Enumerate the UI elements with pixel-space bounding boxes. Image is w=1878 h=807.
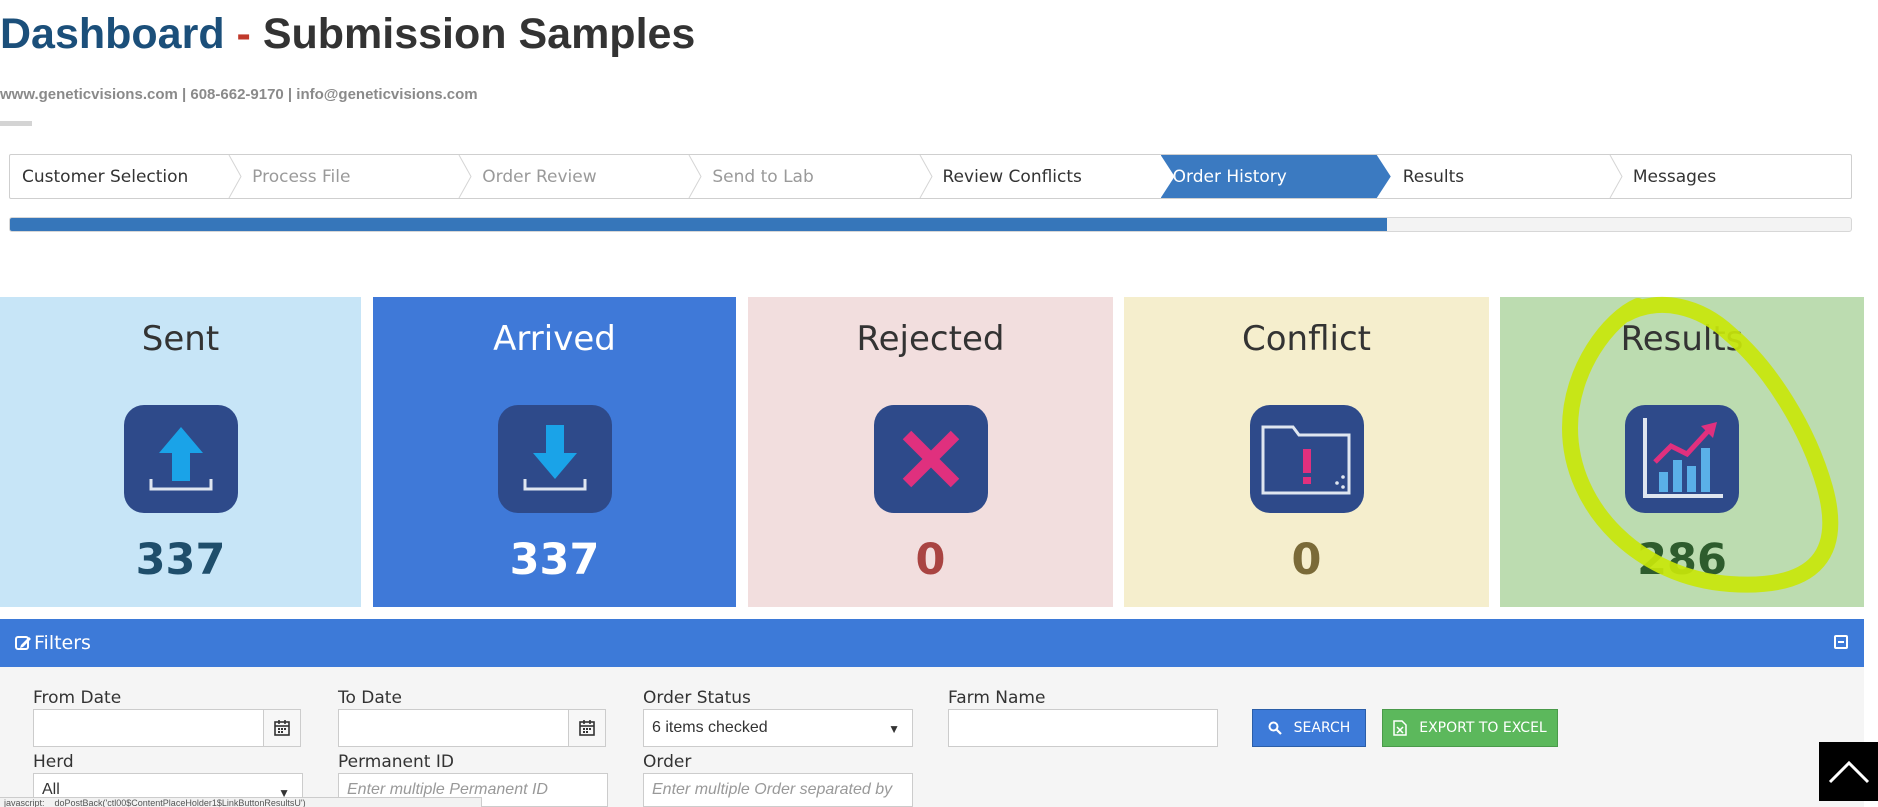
folder-alert-icon [1249,405,1364,513]
calendar-icon[interactable] [568,709,606,747]
title-underline [0,121,32,126]
step-label: Messages [1632,166,1717,187]
card-title: Conflict [1242,319,1371,359]
wizard-progress-bar [9,217,1852,232]
card-count: 286 [1637,535,1727,585]
order-status-value: 6 items checked [652,719,768,736]
step-messages[interactable]: Messages [1621,155,1851,198]
page: Dashboard - Submission Samples www.genet… [0,0,1878,807]
card-count: 0 [1291,535,1322,585]
order-status-select[interactable]: 6 items checked ▼ [643,709,913,747]
order-status-label: Order Status [643,688,751,708]
step-label: Order History [1172,166,1287,187]
to-date-label: To Date [338,688,402,708]
card-conflict[interactable]: Conflict 0 [1124,297,1489,607]
step-customer-selection[interactable]: Customer Selection [10,155,242,198]
card-count: 337 [509,535,600,585]
step-results[interactable]: Results [1391,155,1623,198]
to-date-input[interactable] [338,709,570,747]
chart-trend-icon [1625,405,1739,513]
browser-status-bar: javascript:__doPostBack('ctl00$ContentPl… [0,797,482,807]
excel-file-icon [1393,720,1407,736]
title-separator: - [224,10,263,58]
upload-icon [123,405,238,513]
title-rest: Submission Samples [262,10,696,58]
step-review-conflicts[interactable]: Review Conflicts [931,155,1161,198]
export-button-label: EXPORT TO EXCEL [1419,720,1547,736]
progress-fill [10,218,1388,231]
search-button-label: SEARCH [1293,720,1351,736]
step-label: Order Review [482,166,597,187]
wizard-steps: Customer Selection Process File Order Re… [9,154,1852,199]
card-rejected[interactable]: Rejected 0 [748,297,1113,607]
card-title: Sent [141,319,220,359]
card-title: Arrived [493,319,616,359]
filters-header[interactable]: Filters [0,619,1864,667]
x-icon [873,405,988,513]
edit-icon [15,636,31,650]
order-label: Order [643,752,692,772]
step-order-history[interactable]: Order History [1161,155,1391,198]
step-label: Process File [252,166,351,187]
step-send-to-lab[interactable]: Send to Lab [700,155,933,198]
card-count: 0 [915,535,946,585]
export-excel-button[interactable]: EXPORT TO EXCEL [1382,709,1558,747]
order-input[interactable]: Enter multiple Order separated by [643,773,913,807]
step-label: Send to Lab [712,166,814,187]
from-date-input[interactable] [33,709,265,747]
step-label: Customer Selection [22,166,189,187]
search-icon [1268,721,1282,735]
download-icon [497,405,612,513]
card-title: Results [1620,319,1744,359]
calendar-icon[interactable] [263,709,301,747]
collapse-icon[interactable] [1834,635,1848,649]
step-label: Results [1402,166,1465,187]
chevron-up-icon [1828,760,1869,783]
filters-title: Filters [34,632,91,654]
title-dashboard: Dashboard [0,10,225,58]
step-label: Review Conflicts [942,166,1082,187]
step-process-file[interactable]: Process File [240,155,472,198]
card-count: 337 [135,535,226,585]
farm-name-input[interactable] [948,709,1218,747]
page-title: Dashboard - Submission Samples [0,10,695,59]
caret-down-icon: ▼ [888,722,900,736]
from-date-label: From Date [33,688,122,708]
card-arrived[interactable]: Arrived 337 [373,297,736,607]
scroll-to-top-button[interactable] [1819,742,1878,801]
search-button[interactable]: SEARCH [1252,709,1366,747]
step-order-review[interactable]: Order Review [470,155,702,198]
card-results[interactable]: Results 286 [1500,297,1864,607]
card-sent[interactable]: Sent 337 [0,297,361,607]
contact-info: www.geneticvisions.com | 608-662-9170 | … [0,86,478,103]
farm-name-label: Farm Name [948,688,1046,708]
card-title: Rejected [856,319,1005,359]
permanent-id-label: Permanent ID [338,752,454,772]
herd-label: Herd [33,752,74,772]
